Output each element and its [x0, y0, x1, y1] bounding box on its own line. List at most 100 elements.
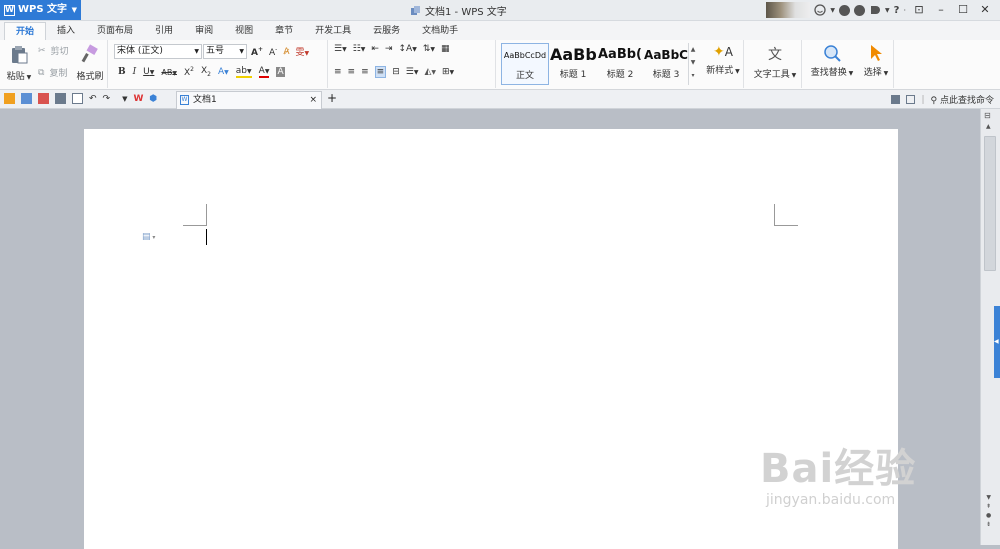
line-spacing-icon[interactable]: ☰▼	[406, 67, 419, 77]
align-center-icon[interactable]: ≡	[348, 67, 356, 77]
shrink-font-icon[interactable]: A-	[269, 46, 277, 58]
tab-references[interactable]: 引用	[144, 22, 184, 40]
tab-cloud[interactable]: 云服务	[362, 22, 411, 40]
cut-label: 剪切	[50, 47, 69, 57]
sort-icon[interactable]: ⇅▼	[423, 44, 435, 54]
bold-button[interactable]: B	[118, 67, 126, 77]
find-replace-button[interactable]: 查找替换 ▼	[806, 44, 858, 78]
help-icon[interactable]: ?	[894, 5, 900, 16]
clear-format-icon[interactable]: A̷	[283, 47, 289, 57]
scroll-up-arrow[interactable]: ▲	[986, 123, 991, 130]
align-left-icon[interactable]: ≡	[334, 67, 342, 77]
chevron-down-icon[interactable]: ▼	[885, 7, 890, 14]
new-style-button[interactable]: ✦A 新样式 ▼	[704, 44, 742, 76]
command-search[interactable]: ⚲ 点此查找命令	[931, 93, 994, 106]
document-tab[interactable]: W 文档1 ×	[176, 91, 322, 109]
copy-label: 复制	[49, 69, 68, 79]
app-name: WPS 文字	[18, 4, 68, 15]
text-direction-icon[interactable]: ↕A▼	[399, 44, 417, 54]
border-icon[interactable]: ⊞▼	[442, 67, 454, 77]
save-icon[interactable]	[21, 93, 32, 104]
char-shading-icon[interactable]: A	[276, 67, 285, 77]
italic-button[interactable]: I	[133, 67, 137, 77]
style-heading-3[interactable]: AaBbC 标题 3	[644, 43, 688, 85]
crop-mark-right-vertical	[774, 204, 775, 225]
grow-font-icon[interactable]: A+	[251, 46, 263, 58]
tab-review[interactable]: 审阅	[184, 22, 224, 40]
paste-button[interactable]: 粘贴 ▼	[4, 44, 34, 82]
style-heading-1[interactable]: AaBb 标题 1	[550, 43, 596, 85]
ruler-toggle-icon[interactable]: ⊟	[984, 111, 991, 120]
paste-options-icon[interactable]: ▤ ▾	[142, 232, 155, 242]
feedback-icon[interactable]	[891, 95, 901, 104]
tab-doc-assistant[interactable]: 文档助手	[411, 22, 469, 40]
increase-indent-icon[interactable]: ⇥	[385, 44, 393, 54]
tab-page-layout[interactable]: 页面布局	[86, 22, 144, 40]
export-pdf-icon[interactable]	[38, 93, 49, 104]
open-folder-icon[interactable]	[4, 93, 15, 104]
table-icon[interactable]: ▦	[441, 44, 450, 54]
underline-button[interactable]: U▼	[143, 67, 154, 77]
redo-icon[interactable]: ↷	[103, 94, 111, 104]
strikethrough-button[interactable]: AB▼	[161, 68, 177, 77]
bullet-list-icon[interactable]: ☰▼	[334, 44, 347, 54]
tab-developer[interactable]: 开发工具	[304, 22, 362, 40]
wps-home-icon[interactable]: W	[133, 94, 143, 104]
justify-icon[interactable]: ≡	[374, 66, 387, 78]
font-color-icon[interactable]: A▼	[258, 66, 270, 78]
chevron-down-icon: ▼	[71, 6, 77, 14]
print-icon[interactable]	[55, 93, 66, 104]
app-menu-button[interactable]: W WPS 文字 ▼	[0, 0, 81, 20]
share-icon[interactable]	[869, 4, 881, 16]
subscript-button[interactable]: X2	[201, 66, 211, 78]
side-panel-handle[interactable]: ◀	[994, 306, 1000, 378]
skin-icon[interactable]	[839, 4, 851, 16]
new-tab-button[interactable]: +	[327, 91, 337, 105]
font-size-select[interactable]: 五号 ▼	[203, 44, 247, 59]
tab-section[interactable]: 章节	[264, 22, 304, 40]
numbered-list-icon[interactable]: ☷▼	[353, 44, 366, 54]
cloud-docs-icon[interactable]: ⬢	[149, 94, 157, 104]
clipboard-group: 粘贴 ▼ ✂ 剪切 ⧉ 复制 格式刷	[0, 40, 108, 88]
close-tab-icon[interactable]: ×	[309, 92, 317, 108]
tab-home[interactable]: 开始	[4, 22, 47, 40]
tab-insert[interactable]: 插入	[46, 22, 86, 40]
shading-icon[interactable]: ◭▼	[424, 67, 436, 77]
copy-button[interactable]: ⧉ 复制	[38, 66, 68, 80]
decrease-indent-icon[interactable]: ⇤	[371, 44, 379, 54]
chevron-down-icon[interactable]: ▼	[830, 7, 835, 14]
text-tools-button[interactable]: 文 文字工具 ▼	[750, 44, 800, 80]
highlight-icon[interactable]: ab▼	[235, 66, 252, 78]
styles-scroll[interactable]: ▲ ▼ ▾	[688, 43, 697, 85]
help-menu-chevron[interactable]: ·	[903, 6, 906, 15]
menu-tabs: 开始 插入 页面布局 引用 审阅 视图 章节 开发工具 云服务 文档助手	[0, 21, 1000, 40]
customize-qab-icon[interactable]: ▼	[122, 95, 127, 103]
scrollbar-thumb[interactable]	[984, 136, 996, 271]
settings-icon[interactable]	[854, 4, 866, 16]
minimize-button[interactable]: –	[932, 2, 950, 18]
fullscreen-icon[interactable]	[906, 95, 916, 104]
select-button[interactable]: 选择 ▼	[860, 44, 892, 78]
print-preview-icon[interactable]	[72, 93, 83, 104]
smile-icon[interactable]	[814, 4, 827, 16]
style-normal-label: 正文	[515, 71, 534, 81]
avatar[interactable]	[766, 2, 811, 18]
text-effect-icon[interactable]: A▼	[218, 67, 229, 77]
font-name-select[interactable]: 宋体 (正文) ▼	[114, 44, 202, 59]
superscript-button[interactable]: X2	[184, 66, 194, 78]
align-right-icon[interactable]: ≡	[361, 67, 369, 77]
maximize-button[interactable]: ☐	[954, 2, 972, 18]
tab-view[interactable]: 视图	[224, 22, 264, 40]
copy-icon: ⧉	[38, 67, 45, 78]
format-painter-button[interactable]: 格式刷	[74, 44, 106, 82]
document-icon	[411, 6, 420, 15]
distribute-icon[interactable]: ⊟	[392, 67, 400, 77]
undo-icon[interactable]: ↶	[89, 94, 97, 104]
style-heading-2[interactable]: AaBb( 标题 2	[597, 43, 643, 85]
pinyin-icon[interactable]: 雯▼	[296, 45, 310, 58]
close-button[interactable]: ✕	[976, 2, 994, 18]
ribbon-collapse-icon[interactable]: ⊡	[910, 2, 928, 18]
style-normal[interactable]: AaBbCcDd 正文	[501, 43, 549, 85]
cut-button[interactable]: ✂ 剪切	[38, 44, 69, 58]
font-group: 宋体 (正文) ▼ 五号 ▼ A+ A- A̷ 雯▼ B I U▼ AB▼ X2 X…	[110, 40, 328, 88]
